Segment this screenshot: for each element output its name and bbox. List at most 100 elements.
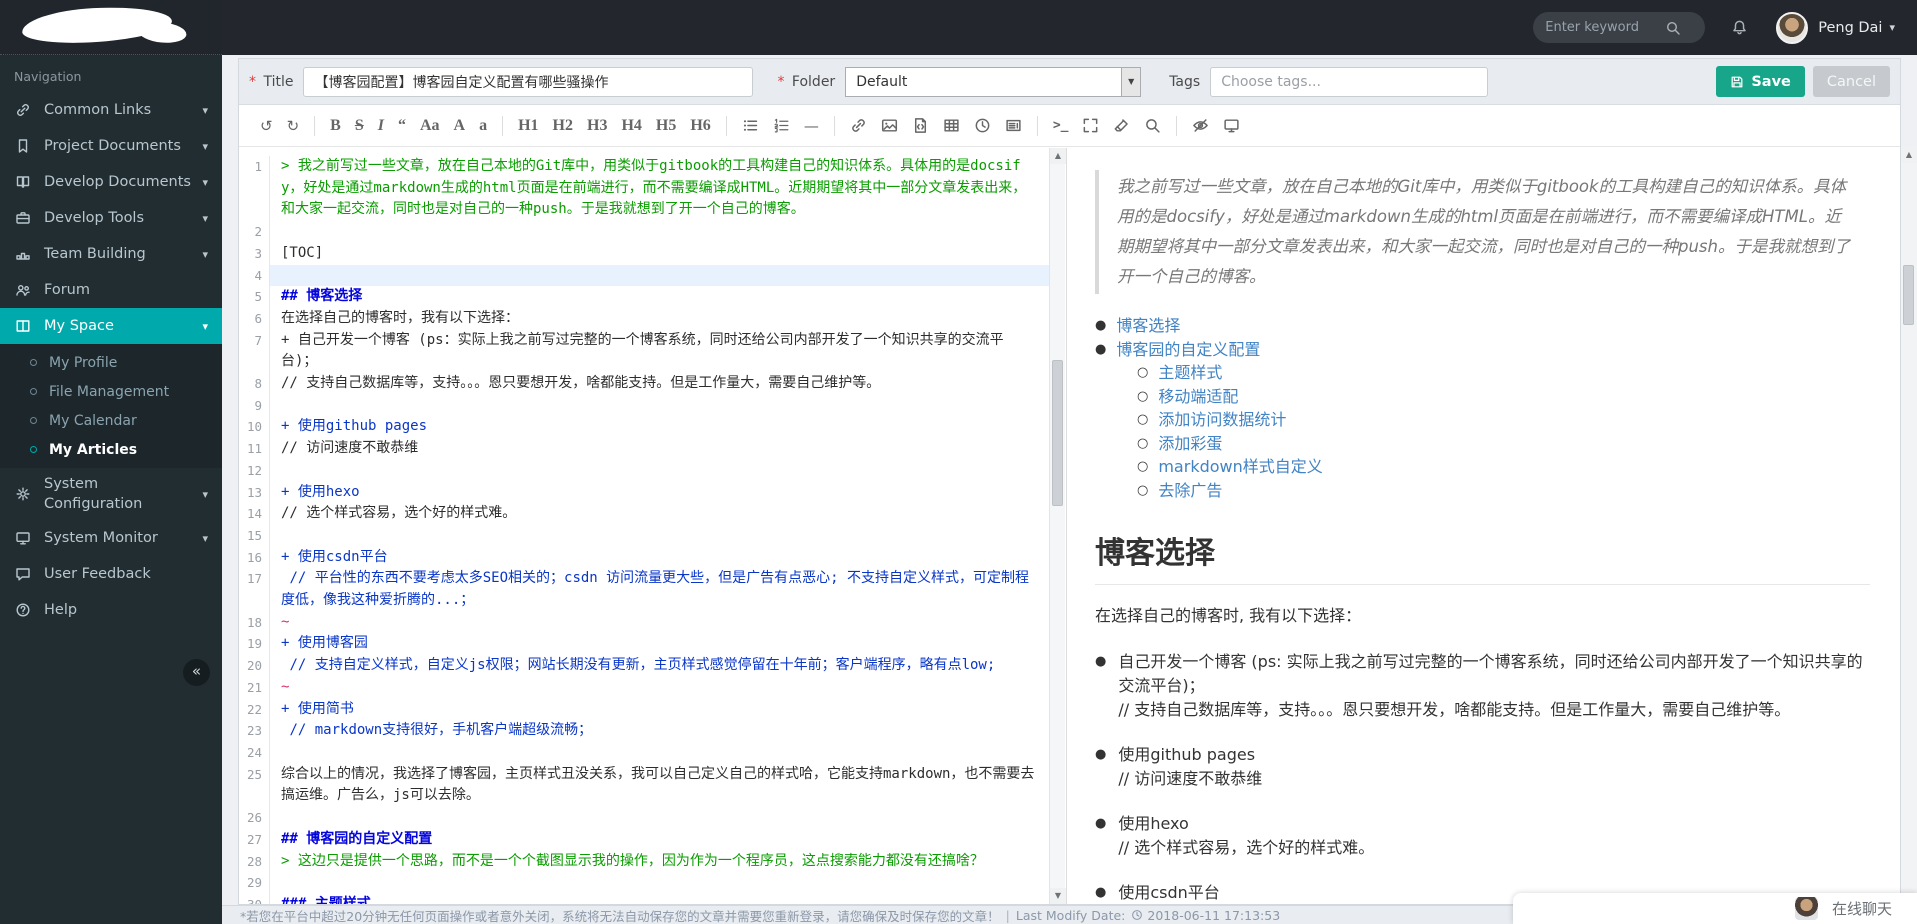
editor-scrollbar[interactable]: ▲ ▼ xyxy=(1049,148,1065,904)
toolbar-image-button[interactable] xyxy=(881,113,898,139)
editor-line[interactable]: 26 xyxy=(239,807,1049,829)
chat-widget[interactable]: 在线聊天 xyxy=(1513,893,1917,924)
editor-line[interactable]: 2 xyxy=(239,221,1049,243)
toolbar-quote-button[interactable]: “ xyxy=(398,113,406,139)
header-search[interactable] xyxy=(1533,12,1705,43)
toolbar-italic-button[interactable]: I xyxy=(378,113,384,139)
toolbar-html-entities-button[interactable] xyxy=(1005,113,1022,139)
editor-line[interactable]: 23 // markdown支持很好，手机客户端超级流畅； xyxy=(239,720,1049,742)
toolbar-uppercase-button[interactable]: A xyxy=(454,113,466,139)
toc-link[interactable]: 添加访问数据统计 xyxy=(1158,408,1286,432)
editor-line[interactable]: 1> 我之前写过一些文章，放在自己本地的Git库中，用类似于gitbook的工具… xyxy=(239,156,1049,221)
toolbar-search-button[interactable] xyxy=(1144,113,1161,139)
toolbar-ucwords-button[interactable]: Aa xyxy=(420,113,440,139)
editor-line[interactable]: 13+ 使用hexo xyxy=(239,482,1049,504)
sidebar-item-system-monitor[interactable]: System Monitor▾ xyxy=(0,520,222,556)
editor-line[interactable]: 7+ 自己开发一个博客 (ps：实际上我之前写过完整的一个博客系统，同时还给公司… xyxy=(239,330,1049,373)
editor-line[interactable]: 9 xyxy=(239,395,1049,417)
editor-line[interactable]: 10+ 使用github pages xyxy=(239,416,1049,438)
markdown-preview-pane[interactable]: 我之前写过一些文章，放在自己本地的Git库中，用类似于gitbook的工具构建自… xyxy=(1066,148,1900,904)
toc-link[interactable]: markdown样式自定义 xyxy=(1158,455,1322,479)
toc-link[interactable]: 主题样式 xyxy=(1158,361,1222,385)
sidebar-item-team-building[interactable]: Team Building▾ xyxy=(0,236,222,272)
editor-line[interactable]: 25综合以上的情况，我选择了博客园，主页样式丑没关系，我可以自己定义自己的样式哈… xyxy=(239,764,1049,807)
editor-line[interactable]: 17 // 平台性的东西不要考虑太多SEO相关的；csdn 访问流量更大些，但是… xyxy=(239,568,1049,611)
scroll-up-icon[interactable]: ▲ xyxy=(1901,147,1917,163)
tags-input[interactable] xyxy=(1210,67,1488,97)
editor-line[interactable]: 20 // 支持自定义样式，自定义js权限；网站长期没有更新，主页样式感觉停留在… xyxy=(239,655,1049,677)
title-input[interactable] xyxy=(303,67,753,97)
toolbar-goto-line-button[interactable]: >_ xyxy=(1053,113,1069,139)
sidebar-item-my-space[interactable]: My Space▾ xyxy=(0,308,222,344)
editor-line[interactable]: 15 xyxy=(239,525,1049,547)
editor-line[interactable]: 22+ 使用简书 xyxy=(239,699,1049,721)
toc-link[interactable]: 添加彩蛋 xyxy=(1158,432,1222,456)
toolbar-list-ul-button[interactable] xyxy=(742,113,759,139)
scroll-down-icon[interactable]: ▼ xyxy=(1050,888,1066,904)
toolbar-h1-button[interactable]: H1 xyxy=(518,113,538,139)
sidebar-subitem-my-articles[interactable]: My Articles xyxy=(0,435,222,464)
toc-link[interactable]: 去除广告 xyxy=(1158,479,1222,503)
toolbar-fullscreen-button[interactable] xyxy=(1082,113,1099,139)
editor-line[interactable]: 29 xyxy=(239,872,1049,894)
sidebar-subitem-my-profile[interactable]: My Profile xyxy=(0,348,222,377)
editor-line[interactable]: 16+ 使用csdn平台 xyxy=(239,547,1049,569)
toolbar-undo-button[interactable]: ↺ xyxy=(260,113,273,139)
toolbar-preview-button[interactable] xyxy=(1223,113,1240,139)
toolbar-datetime-button[interactable] xyxy=(974,113,991,139)
toolbar-h3-button[interactable]: H3 xyxy=(587,113,607,139)
sidebar-item-develop-documents[interactable]: Develop Documents▾ xyxy=(0,164,222,200)
editor-line[interactable]: 4 xyxy=(239,265,1049,287)
toolbar-h2-button[interactable]: H2 xyxy=(553,113,573,139)
toolbar-h5-button[interactable]: H5 xyxy=(656,113,676,139)
sidebar-subitem-my-calendar[interactable]: My Calendar xyxy=(0,406,222,435)
markdown-source-pane[interactable]: 1> 我之前写过一些文章，放在自己本地的Git库中，用类似于gitbook的工具… xyxy=(239,148,1049,904)
preview-scrollbar[interactable]: ▲ ▼ xyxy=(1901,147,1917,905)
editor-line[interactable]: 19+ 使用博客园 xyxy=(239,633,1049,655)
editor-line[interactable]: 24 xyxy=(239,742,1049,764)
sidebar-item-project-documents[interactable]: Project Documents▾ xyxy=(0,128,222,164)
toolbar-table-button[interactable] xyxy=(943,113,960,139)
toolbar-hr-button[interactable]: — xyxy=(804,113,819,139)
user-menu[interactable]: Peng Dai ▾ xyxy=(1776,12,1895,44)
editor-line[interactable]: 3[TOC] xyxy=(239,243,1049,265)
scroll-up-icon[interactable]: ▲ xyxy=(1050,148,1066,164)
editor-scrollbar-thumb[interactable] xyxy=(1052,360,1063,506)
sidebar-item-user-feedback[interactable]: User Feedback xyxy=(0,556,222,592)
sidebar-item-common-links[interactable]: Common Links▾ xyxy=(0,92,222,128)
cancel-button[interactable]: Cancel xyxy=(1813,66,1890,97)
sidebar-subitem-file-management[interactable]: File Management xyxy=(0,377,222,406)
editor-line[interactable]: 12 xyxy=(239,460,1049,482)
editor-line[interactable]: 8// 支持自己数据库等，支持。。。恩只要想开发，啥都能支持。但是工作量大，需要… xyxy=(239,373,1049,395)
toolbar-h4-button[interactable]: H4 xyxy=(621,113,641,139)
toc-link[interactable]: 博客园的自定义配置 xyxy=(1116,338,1260,362)
toolbar-clear-button[interactable] xyxy=(1113,113,1130,139)
editor-line[interactable]: 18~ xyxy=(239,612,1049,634)
toc-link[interactable]: 移动端适配 xyxy=(1158,385,1238,409)
toolbar-watch-button[interactable] xyxy=(1192,113,1209,139)
sidebar-collapse-button[interactable]: « xyxy=(183,659,210,686)
toolbar-redo-button[interactable]: ↻ xyxy=(287,113,300,139)
toolbar-list-ol-button[interactable] xyxy=(773,113,790,139)
save-button[interactable]: Save xyxy=(1716,66,1805,97)
toolbar-bold-button[interactable]: B xyxy=(330,113,341,139)
editor-line[interactable]: 27## 博客园的自定义配置 xyxy=(239,829,1049,851)
toolbar-strikethrough-button[interactable]: S xyxy=(355,113,364,139)
search-icon[interactable] xyxy=(1665,20,1681,36)
sidebar-item-help[interactable]: Help xyxy=(0,592,222,628)
select-arrow-icon[interactable]: ▼ xyxy=(1121,68,1140,96)
preview-scrollbar-thumb[interactable] xyxy=(1903,265,1914,325)
toolbar-h6-button[interactable]: H6 xyxy=(690,113,710,139)
sidebar-item-develop-tools[interactable]: Develop Tools▾ xyxy=(0,200,222,236)
editor-line[interactable]: 11// 访问速度不敢恭维 xyxy=(239,438,1049,460)
toolbar-lowercase-button[interactable]: a xyxy=(479,113,487,139)
sidebar-item-forum[interactable]: Forum xyxy=(0,272,222,308)
search-input[interactable] xyxy=(1545,20,1665,35)
toolbar-code-button[interactable] xyxy=(912,113,929,139)
editor-line[interactable]: 5## 博客选择 xyxy=(239,286,1049,308)
editor-line[interactable]: 14// 选个样式容易，选个好的样式难。 xyxy=(239,503,1049,525)
editor-line[interactable]: 30### 主题样式 xyxy=(239,894,1049,904)
sidebar-item-system-configuration[interactable]: System Configuration▾ xyxy=(0,468,222,520)
editor-line[interactable]: 21~ xyxy=(239,677,1049,699)
folder-select[interactable]: Default ▼ xyxy=(845,67,1141,97)
